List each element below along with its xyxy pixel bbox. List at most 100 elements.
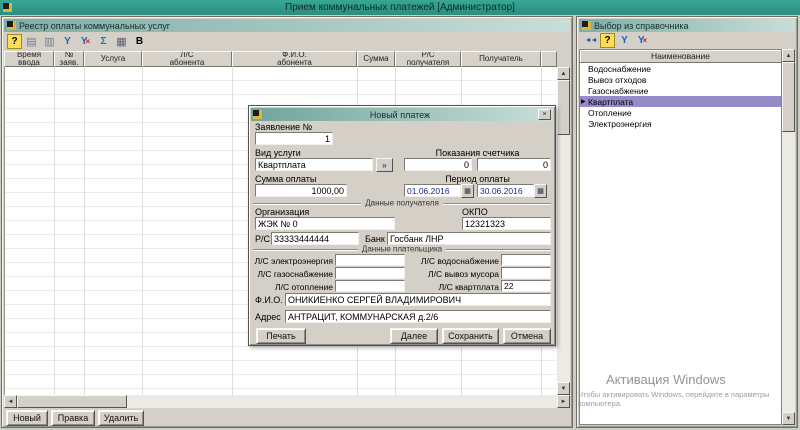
report-icon[interactable]: ▤ xyxy=(23,34,40,49)
ls-water-label: Л/С водоснабжение xyxy=(420,256,499,266)
dictionary-item-label: Отопление xyxy=(588,107,632,118)
column-header[interactable]: Услуга xyxy=(84,51,142,67)
new-payment-dialog: Новый платеж × Заявление № Вид услуги » … xyxy=(248,105,556,346)
period-from-field[interactable] xyxy=(404,184,461,197)
service-type-field[interactable] xyxy=(255,158,373,171)
new-button[interactable]: Новый xyxy=(6,410,48,426)
registry-title: Реестр оплаты коммунальных услуг xyxy=(19,20,171,31)
column-header[interactable]: Л/С абонента xyxy=(142,51,232,67)
registry-vertical-scrollbar[interactable]: ▲ ▼ xyxy=(557,67,570,395)
ls-electricity-field[interactable] xyxy=(335,254,405,266)
organization-field[interactable] xyxy=(255,217,395,230)
column-gridline xyxy=(54,67,55,395)
dictionary-item-label: Квартплата xyxy=(588,96,634,107)
ls-gas-label: Л/С газоснабжение xyxy=(257,269,333,279)
ls-trash-label: Л/С вывоз мусора xyxy=(428,269,499,279)
column-header[interactable]: Получатель xyxy=(461,51,541,67)
next-button[interactable]: Далее xyxy=(390,328,438,344)
dialog-title: Новый платеж xyxy=(369,109,431,120)
column-header[interactable]: Р/С получателя xyxy=(395,51,461,67)
column-header[interactable]: Сумма xyxy=(357,51,395,67)
close-icon[interactable]: × xyxy=(538,109,551,120)
calendar-icon[interactable]: ▦ xyxy=(461,184,474,198)
scroll-left-icon[interactable]: ◄ xyxy=(4,395,17,408)
filter-icon[interactable]: Y xyxy=(616,33,633,48)
scroll-right-icon[interactable]: ► xyxy=(557,395,570,408)
cancel-button[interactable]: Отмена xyxy=(503,328,551,344)
scroll-thumb[interactable] xyxy=(782,62,795,132)
application-number-field[interactable] xyxy=(255,132,333,145)
registry-horizontal-scrollbar[interactable]: ◄ ► xyxy=(4,395,570,408)
period-to-field[interactable] xyxy=(477,184,534,197)
calculator-icon[interactable]: ▦ xyxy=(113,34,130,49)
scroll-down-icon[interactable]: ▼ xyxy=(557,382,570,395)
address-field[interactable] xyxy=(285,310,551,323)
scroll-thumb[interactable] xyxy=(17,395,127,408)
scroll-up-icon[interactable]: ▲ xyxy=(782,49,795,62)
meter-readings-label: Показания счетчика xyxy=(435,148,520,158)
okpo-field[interactable] xyxy=(462,217,551,230)
application-number-label: Заявление № xyxy=(255,122,313,132)
payment-period-label: Период оплаты xyxy=(445,174,510,184)
dictionary-column-header[interactable]: Наименование xyxy=(580,50,781,63)
ls-gas-field[interactable] xyxy=(335,267,405,279)
print-icon[interactable]: ▥ xyxy=(41,34,58,49)
ls-heating-field[interactable] xyxy=(335,280,405,292)
registry-table-header: Время ввода № заяв. Услуга Л/С абонента Ф.И.… xyxy=(4,51,557,67)
dictionary-vertical-scrollbar[interactable]: ▲ ▼ xyxy=(782,49,795,425)
column-header[interactable]: Время ввода xyxy=(4,51,54,67)
edit-button[interactable]: Правка xyxy=(51,410,95,426)
delete-button[interactable]: Удалить xyxy=(98,410,144,426)
sum-icon[interactable]: Σ xyxy=(95,34,112,49)
payment-amount-label: Сумма оплаты xyxy=(255,174,317,184)
column-gridline xyxy=(142,67,143,395)
column-gridline xyxy=(84,67,85,395)
help-icon[interactable]: ? xyxy=(600,33,615,48)
window-icon xyxy=(582,21,591,30)
meter-reading-1-field[interactable] xyxy=(404,158,472,171)
dictionary-list-area: Наименование Водоснабжение Вывоз отходов Г… xyxy=(579,49,782,425)
fio-field[interactable] xyxy=(285,293,551,306)
filter-clear-icon[interactable]: Y × xyxy=(634,33,651,48)
service-picker-icon[interactable]: » xyxy=(376,158,393,172)
dictionary-item[interactable]: Водоснабжение xyxy=(580,63,781,74)
save-button[interactable]: Сохранить xyxy=(442,328,499,344)
scroll-up-icon[interactable]: ▲ xyxy=(557,67,570,80)
dictionary-item[interactable]: ▶ Квартплата xyxy=(580,96,781,107)
window-icon xyxy=(7,21,16,30)
bold-icon[interactable]: B xyxy=(131,34,148,49)
help-icon[interactable]: ? xyxy=(7,34,22,49)
dictionary-toolbar: ◄◄ ? Y Y × xyxy=(579,32,795,49)
calendar-icon[interactable]: ▦ xyxy=(534,184,547,198)
fio-label: Ф.И.О. xyxy=(255,295,283,305)
select-icon[interactable]: ◄◄ xyxy=(582,33,599,48)
payment-amount-field[interactable] xyxy=(255,184,347,197)
dictionary-title: Выбор из справочника xyxy=(594,20,689,31)
application-window: Прием коммунальных платежей [Администрат… xyxy=(0,0,800,430)
column-header[interactable]: Ф.И.О. абонента xyxy=(232,51,357,67)
payer-section-separator: Данные плательщика xyxy=(253,244,551,254)
print-button[interactable]: Печать xyxy=(256,328,306,344)
filter-clear-icon[interactable]: Y × xyxy=(77,34,94,49)
app-icon xyxy=(3,3,12,12)
dictionary-item-label: Газоснабжение xyxy=(588,85,649,96)
dictionary-item[interactable]: Вывоз отходов xyxy=(580,74,781,85)
recipient-section-separator: Данные получателя xyxy=(253,198,551,208)
scroll-thumb[interactable] xyxy=(557,80,570,135)
organization-label: Организация xyxy=(255,207,310,217)
dictionary-item[interactable]: Электроэнергия xyxy=(580,118,781,129)
account-field[interactable] xyxy=(271,232,359,245)
scroll-down-icon[interactable]: ▼ xyxy=(782,412,795,425)
okpo-label: ОКПО xyxy=(462,207,488,217)
dictionary-item-label: Вывоз отходов xyxy=(588,74,647,85)
filter-icon[interactable]: Y xyxy=(59,34,76,49)
recipient-section-label: Данные получателя xyxy=(361,198,443,208)
ls-water-field[interactable] xyxy=(501,254,551,266)
ls-rent-field[interactable] xyxy=(501,280,551,292)
dictionary-item[interactable]: Отопление xyxy=(580,107,781,118)
bank-field[interactable] xyxy=(387,232,551,245)
column-header[interactable]: № заяв. xyxy=(54,51,84,67)
meter-reading-2-field[interactable] xyxy=(477,158,551,171)
ls-trash-field[interactable] xyxy=(501,267,551,279)
dictionary-item[interactable]: Газоснабжение xyxy=(580,85,781,96)
